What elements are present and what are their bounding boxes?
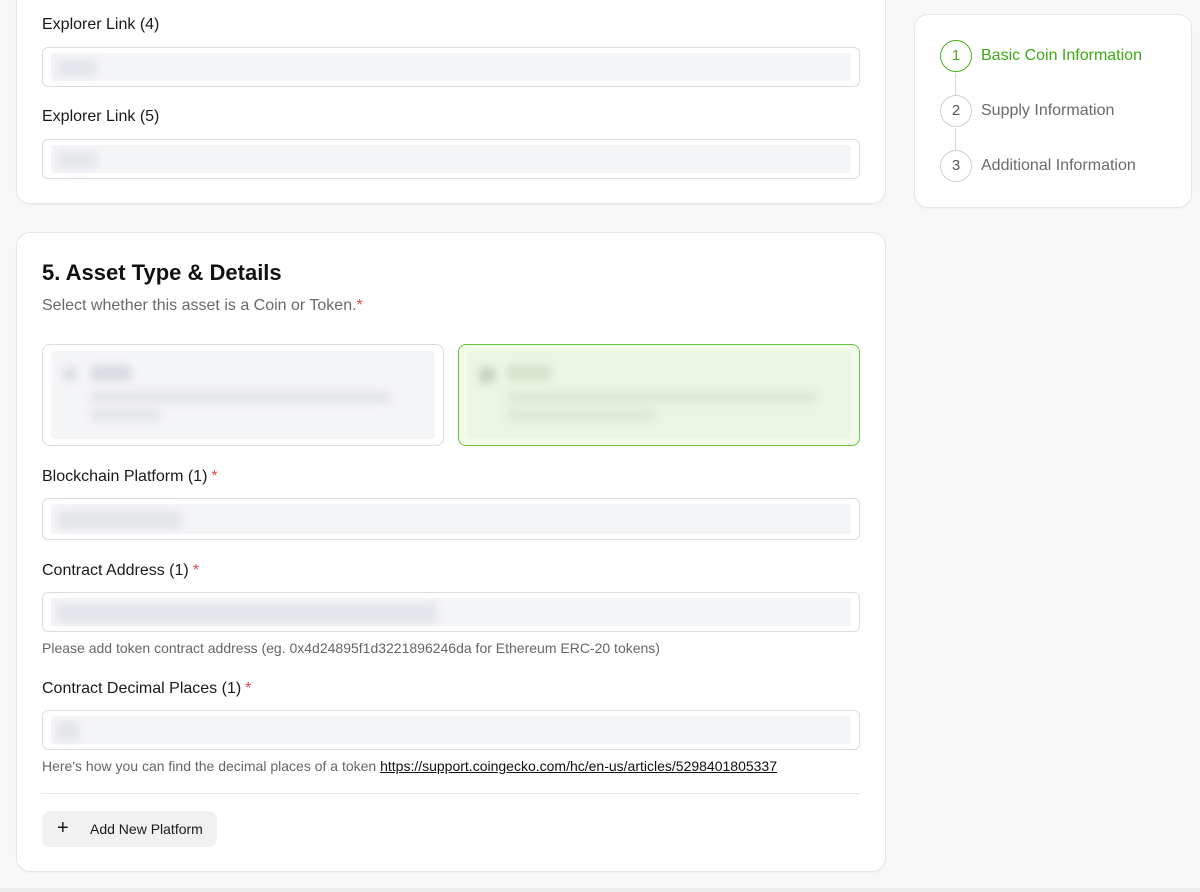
redacted-option-title bbox=[507, 365, 551, 381]
step-supply-information[interactable]: 2 Supply Information bbox=[940, 95, 1180, 127]
redacted-value bbox=[57, 511, 182, 529]
redacted-option-desc bbox=[507, 391, 817, 403]
contract-decimals-help: Here's how you can find the decimal plac… bbox=[42, 758, 777, 774]
redacted-option-desc bbox=[91, 409, 161, 421]
redacted-value bbox=[57, 603, 437, 623]
page-bottom-edge bbox=[0, 888, 1200, 892]
step-label: Supply Information bbox=[981, 102, 1115, 119]
explorer-link-5-input[interactable] bbox=[42, 139, 860, 179]
divider bbox=[42, 793, 860, 794]
add-new-platform-button[interactable]: + Add New Platform bbox=[42, 811, 217, 847]
section-title: 5. Asset Type & Details bbox=[42, 260, 282, 285]
step-basic-coin-information[interactable]: 1 Basic Coin Information bbox=[940, 40, 1180, 72]
asset-option-coin[interactable] bbox=[42, 344, 444, 446]
contract-address-label-text: Contract Address (1) bbox=[42, 562, 189, 579]
redacted-option-title bbox=[91, 365, 131, 381]
contract-address-input[interactable] bbox=[42, 592, 860, 632]
input-fill bbox=[51, 145, 851, 173]
explorer-link-5-label: Explorer Link (5) bbox=[42, 108, 160, 125]
step-connector bbox=[955, 73, 956, 95]
contract-decimals-input[interactable] bbox=[42, 710, 860, 750]
plus-icon: + bbox=[57, 817, 69, 839]
add-new-platform-label: Add New Platform bbox=[90, 821, 203, 837]
step-label: Additional Information bbox=[981, 157, 1136, 174]
required-mark: * bbox=[356, 297, 363, 314]
input-fill bbox=[51, 716, 851, 744]
input-fill bbox=[51, 53, 851, 81]
section-subtitle-text: Select whether this asset is a Coin or T… bbox=[42, 297, 357, 314]
blockchain-platform-select[interactable] bbox=[42, 498, 860, 540]
contract-decimals-label: Contract Decimal Places (1) * bbox=[42, 680, 251, 698]
step-number-badge: 1 bbox=[940, 40, 972, 72]
asset-type-card bbox=[16, 232, 886, 872]
radio-icon bbox=[63, 367, 77, 381]
required-mark: * bbox=[211, 468, 218, 485]
contract-address-label: Contract Address (1) * bbox=[42, 562, 199, 580]
redacted-value bbox=[57, 60, 97, 76]
explorer-link-4-input[interactable] bbox=[42, 47, 860, 87]
required-mark: * bbox=[192, 562, 199, 579]
step-number-badge: 3 bbox=[940, 150, 972, 182]
step-connector bbox=[955, 128, 956, 150]
required-mark: * bbox=[245, 680, 252, 697]
contract-decimals-label-text: Contract Decimal Places (1) bbox=[42, 680, 242, 697]
checkbox-icon bbox=[479, 367, 495, 383]
decimals-help-text: Here's how you can find the decimal plac… bbox=[42, 758, 377, 774]
step-label: Basic Coin Information bbox=[981, 47, 1142, 64]
step-number-badge: 2 bbox=[940, 95, 972, 127]
asset-option-token[interactable] bbox=[458, 344, 860, 446]
section-subtitle: Select whether this asset is a Coin or T… bbox=[42, 297, 363, 315]
step-additional-information[interactable]: 3 Additional Information bbox=[940, 150, 1180, 182]
redacted-value bbox=[57, 721, 79, 741]
contract-address-help: Please add token contract address (eg. 0… bbox=[42, 640, 660, 656]
redacted-value bbox=[57, 152, 97, 168]
redacted-option-desc bbox=[91, 391, 391, 403]
redacted-option-desc bbox=[507, 409, 657, 421]
decimals-help-link[interactable]: https://support.coingecko.com/hc/en-us/a… bbox=[380, 758, 777, 774]
blockchain-platform-label-text: Blockchain Platform (1) bbox=[42, 468, 208, 485]
blockchain-platform-label: Blockchain Platform (1) * bbox=[42, 468, 218, 486]
explorer-link-4-label: Explorer Link (4) bbox=[42, 16, 160, 33]
